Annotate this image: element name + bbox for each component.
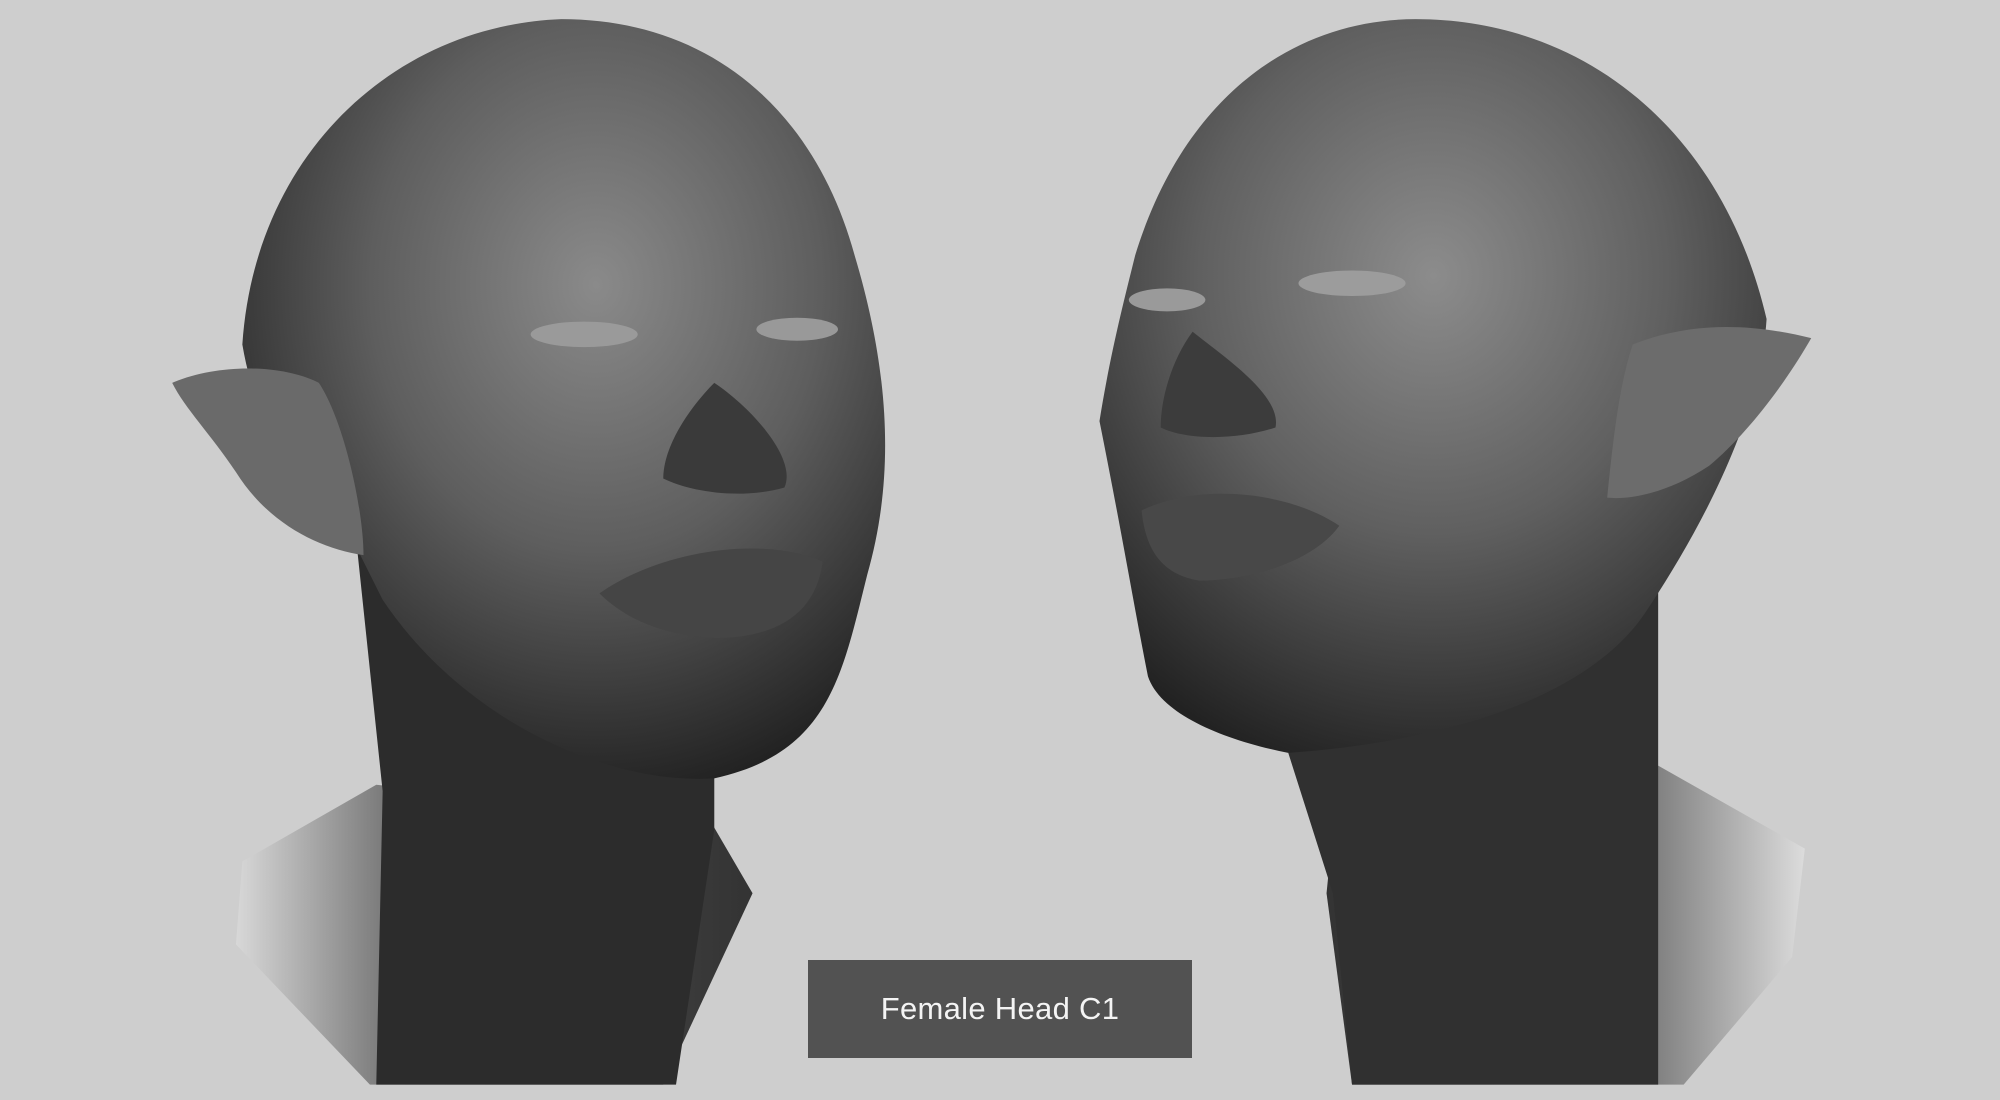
caption-title: Female Head C1 (880, 991, 1120, 1026)
right-head (1099, 19, 1812, 1085)
right-eye-right (1298, 270, 1406, 297)
right-eye-left (1128, 288, 1206, 312)
left-eye-right (756, 317, 839, 341)
sculpt-render (172, 19, 1812, 1085)
caption-box: Female Head C1 (808, 960, 1192, 1058)
left-eye-left (530, 321, 638, 348)
left-skull-face (242, 19, 886, 779)
left-head (172, 19, 886, 1085)
